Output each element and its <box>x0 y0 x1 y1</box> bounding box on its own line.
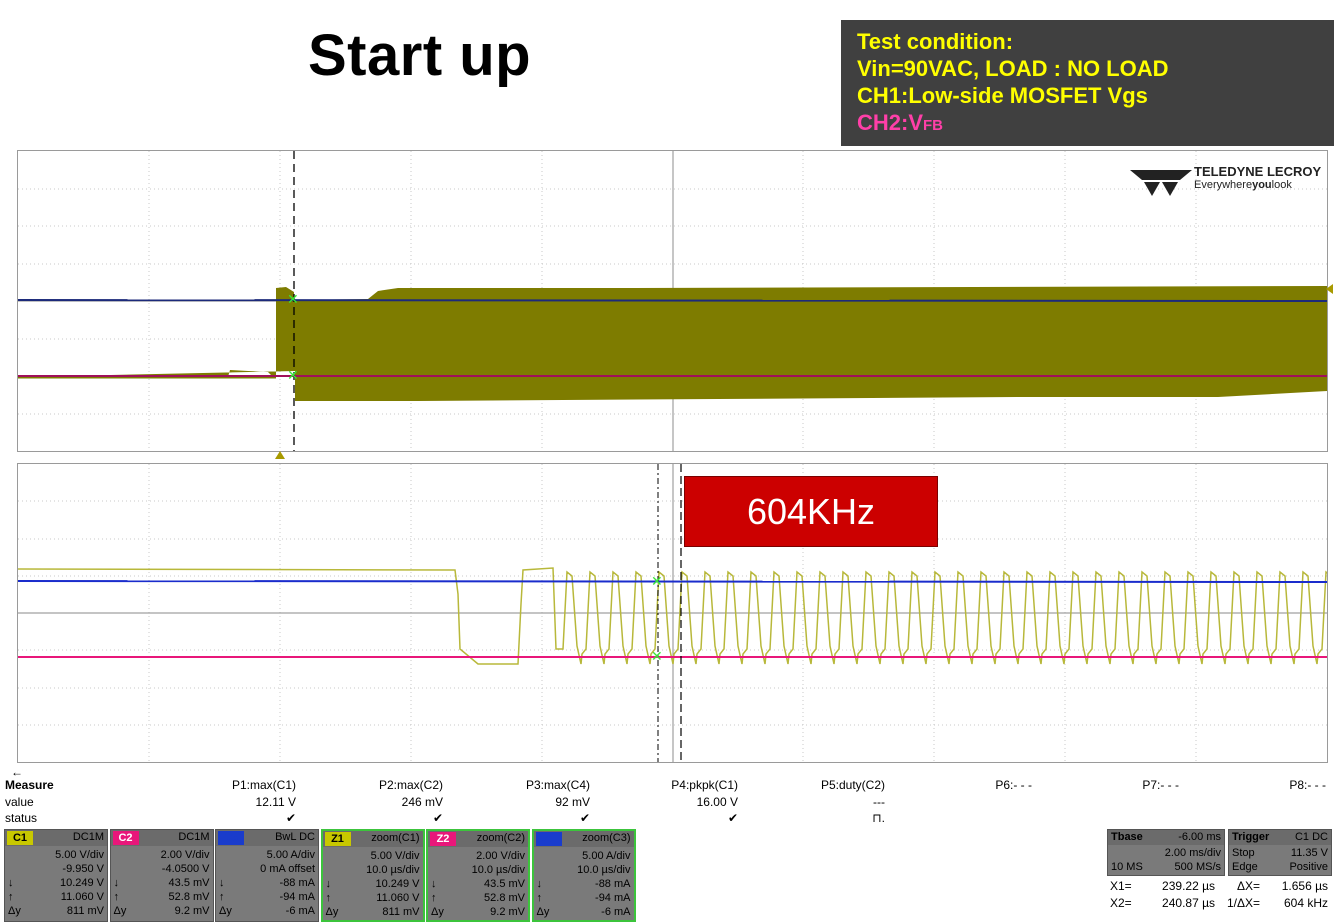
c1-trace <box>18 286 1327 401</box>
channel-tag: C2 <box>112 831 139 845</box>
channel-coupling: DC1M <box>72 831 104 843</box>
param-value-p1: 12.11 V <box>255 795 296 809</box>
param-name-p1[interactable]: P1:max(C1) <box>146 778 296 792</box>
cursor-marker-c3: ✕ <box>287 291 299 307</box>
channel-box-z1[interactable]: Z1 zoom(C1) 5.00 V/div 10.0 µs/div ↓ 10.24… <box>320 829 425 922</box>
zoom-waveform-panel: ✕ ✕ Z3 Z2 <box>17 463 1328 763</box>
c3-trace <box>18 299 1327 302</box>
param-status-p5: ⊓. <box>872 811 885 825</box>
param-value-p5: --- <box>873 795 885 809</box>
channel-coupling: zoom(C2) <box>476 832 525 844</box>
channel-tag: C1 <box>7 831 33 845</box>
param-name-p2[interactable]: P2:max(C2) <box>293 778 443 792</box>
brand-name: TELEDYNE LECROY <box>1194 164 1322 179</box>
condition-heading: Test condition: <box>857 29 1014 54</box>
grid-bottom <box>18 464 1327 762</box>
cursor-readout: X1= 239.22 µs ΔX= 1.656 µs X2= 240.87 µs… <box>1110 879 1328 910</box>
channel-coupling: BwL DC <box>275 831 315 843</box>
trigger-box[interactable]: Trigger C1 DC Stop 11.35 V Edge Positive <box>1228 829 1332 876</box>
timebase-box[interactable]: Tbase -6.00 ms 2.00 ms/div 10 MS 500 MS/s <box>1107 829 1225 876</box>
channel-tag: Z3 <box>535 832 562 846</box>
channel-box-c1[interactable]: C1 DC1M 5.00 V/div -9.950 V ↓ 10.249 V ↑ 11… <box>4 829 108 922</box>
frequency-annotation: 604KHz <box>684 476 938 547</box>
param-value-p3: 92 mV <box>555 795 590 809</box>
trigger-level-marker <box>1326 284 1333 294</box>
logo-mark-icon <box>1130 170 1192 196</box>
param-name-p5[interactable]: P5:duty(C2) <box>735 778 885 792</box>
param-status-p3: ✔ <box>579 811 590 825</box>
back-arrow-icon[interactable]: ← <box>11 765 23 779</box>
param-name-p8[interactable]: P8:- - - <box>1176 778 1326 792</box>
channel-box-c2[interactable]: C2 DC1M 2.00 V/div -4.0500 V ↓ 43.5 mV ↑ 52… <box>109 829 214 922</box>
status-row-label: status <box>5 811 38 825</box>
param-name-p4[interactable]: P4:pkpk(C1) <box>588 778 738 792</box>
brand-tagline: Everywhereyoulook <box>1194 179 1292 191</box>
channel-box-z2[interactable]: Z2 zoom(C2) 2.00 V/div 10.0 µs/div ↓ 43.5 … <box>426 829 530 922</box>
param-status-p4: ✔ <box>727 811 738 825</box>
value-row-label: value <box>5 795 34 809</box>
param-status-p1: ✔ <box>285 811 296 825</box>
channel-box-z3[interactable]: Z3 zoom(C3) 5.00 A/div 10.0 µs/div ↓ -88 m… <box>531 829 636 922</box>
param-value-p2: 246 mV <box>401 795 443 809</box>
cursor-marker-z2: ✕ <box>651 648 663 664</box>
teledyne-lecroy-logo: TELEDYNE LECROY Everywhereyoulook <box>1130 162 1322 196</box>
cursor-marker-c2: ✕ <box>287 367 299 383</box>
condition-ch2: CH2:VFB <box>857 110 944 135</box>
channel-coupling: DC1M <box>178 831 210 843</box>
param-status-p2: ✔ <box>432 811 443 825</box>
param-name-p7[interactable]: P7:- - - <box>1029 778 1179 792</box>
condition-ch1: CH1:Low-side MOSFET Vgs <box>857 83 1148 108</box>
param-name-p6[interactable]: P6:- - - <box>882 778 1032 792</box>
test-condition-box: Test condition: Vin=90VAC, LOAD : NO LOA… <box>841 20 1334 146</box>
cursor-marker-z3: ✕ <box>651 573 663 589</box>
channel-coupling: zoom(C3) <box>582 832 631 844</box>
trigger-position-marker <box>275 451 285 459</box>
channel-box-c3[interactable]: C3 BwL DC 5.00 A/div 0 mA offset ↓ -88 mA … <box>215 829 319 922</box>
measure-header: Measure <box>5 778 54 792</box>
param-name-p3[interactable]: P3:max(C4) <box>440 778 590 792</box>
z3-trace <box>18 580 1327 583</box>
channel-tag: C3 <box>218 831 244 845</box>
channel-tag: Z1 <box>324 832 351 846</box>
channel-tag: Z2 <box>430 832 456 846</box>
channel-coupling: zoom(C1) <box>371 832 420 844</box>
param-value-p4: 16.00 V <box>696 795 738 809</box>
condition-vin-load: Vin=90VAC, LOAD : NO LOAD <box>857 56 1169 81</box>
page-title: Start up <box>308 23 532 88</box>
